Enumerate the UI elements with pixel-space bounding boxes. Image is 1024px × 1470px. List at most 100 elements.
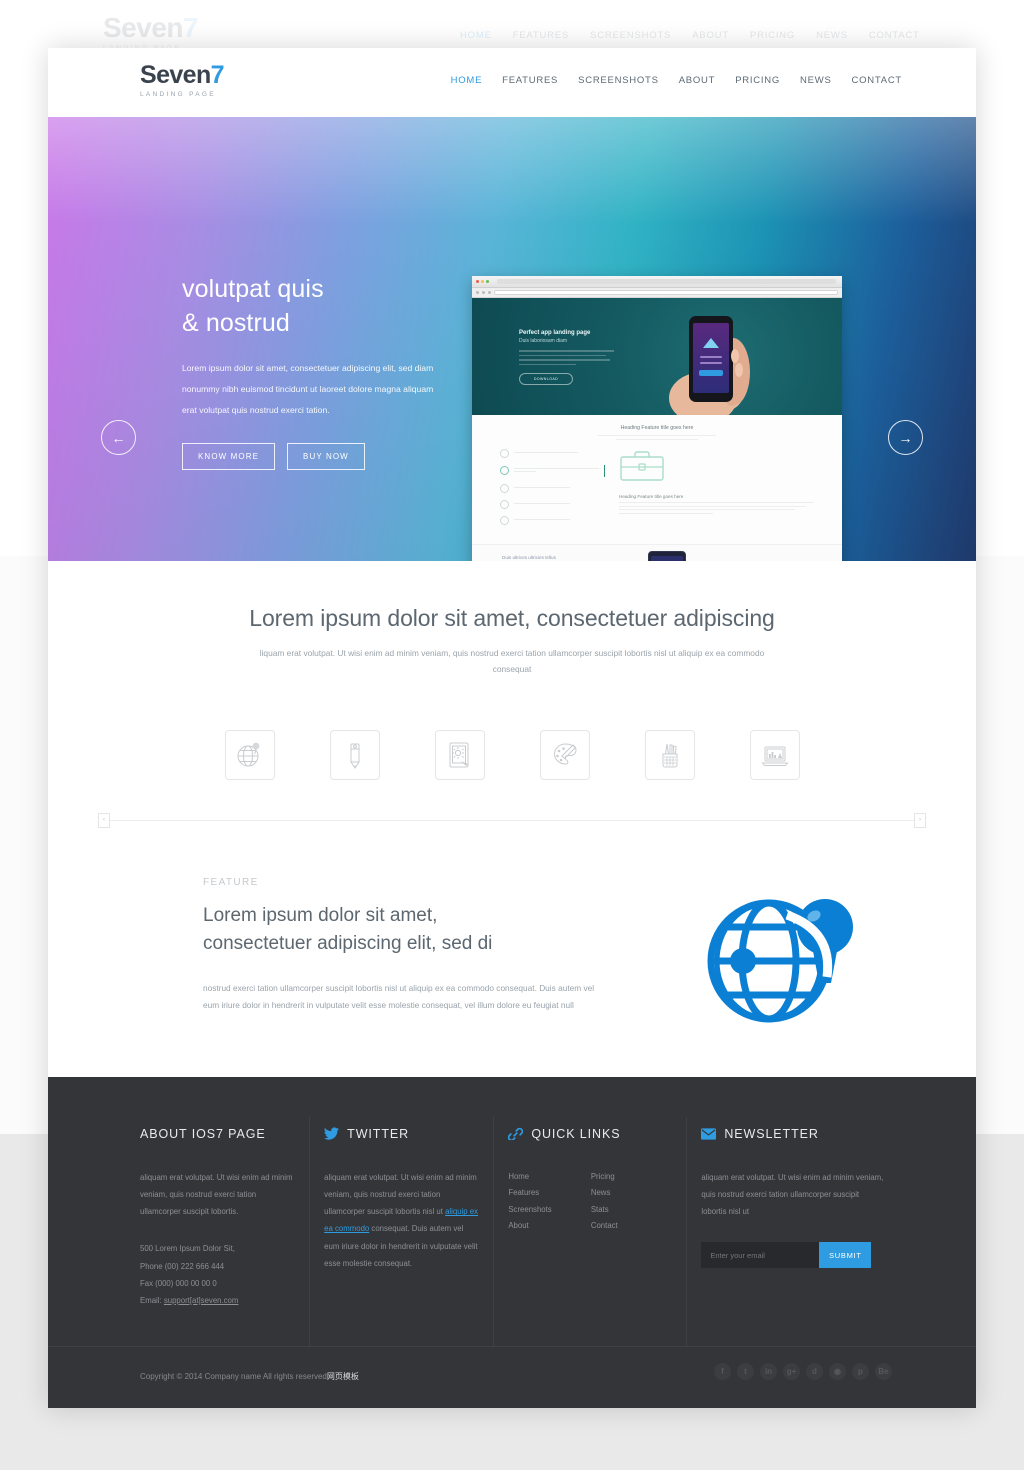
browser-reload-icon (488, 291, 491, 294)
service-icon-tablet-stylus[interactable] (434, 729, 485, 780)
pen-holder-icon (662, 743, 677, 768)
browser-mockup: Perfect app landing page Duis laboriosam… (472, 276, 842, 561)
quicklink-news[interactable]: News (591, 1185, 674, 1201)
hero-title-line-1: volutpat quis (182, 275, 324, 303)
dribbble-icon[interactable]: d (806, 1362, 823, 1380)
footer-fax: Fax (000) 000 00 00 0 (140, 1278, 217, 1288)
service-icon-pen-holder[interactable] (644, 729, 695, 780)
browser-minimize-dot-icon (481, 280, 484, 283)
site-header: Seven7 LANDING PAGE HOME FEATURES SCREEN… (48, 48, 976, 117)
linkedin-icon[interactable]: in (760, 1362, 777, 1380)
footer-newsletter-paragraph: aliquam erat volutpat. Ut wisi enim ad m… (701, 1172, 884, 1217)
quicklink-stats[interactable]: Stats (591, 1202, 674, 1218)
section-subtitle-line-1: liquam erat volutpat. Ut wisi enim ad mi… (259, 648, 593, 658)
hero-carousel: volutpat quis & nostrud Lorem ipsum dolo… (48, 117, 976, 561)
twitter-icon[interactable]: t (737, 1362, 754, 1380)
carousel-prev-arrow-icon[interactable]: ← (101, 420, 136, 455)
browser-close-dot-icon (476, 280, 479, 283)
footer-email-label: Email: (140, 1295, 162, 1305)
feature-section: FEATURE Lorem ipsum dolor sit amet, cons… (48, 821, 976, 1077)
mock-hero-textlines (519, 350, 614, 365)
service-icon-pencil[interactable] (329, 729, 380, 780)
mock-feature-detail: Heading Feature title goes here (619, 449, 814, 532)
nav-item-pricing[interactable]: PRICING (735, 75, 780, 86)
ghost-nav-item-contact: CONTACT (868, 30, 920, 41)
feature-paragraph: nostrud exerci tation ullamcorper suscip… (203, 983, 595, 1011)
quicklink-contact[interactable]: Contact (591, 1218, 674, 1234)
site-logo[interactable]: Seven7 LANDING PAGE (140, 61, 225, 99)
footer-twitter-heading: TWITTER (324, 1127, 480, 1141)
ghost-nav-item-screenshots: SCREENSHOTS (590, 30, 672, 41)
nav-item-news[interactable]: NEWS (800, 75, 832, 86)
feature-title-line-1: Lorem ipsum dolor sit amet, (203, 904, 438, 926)
browser-titlebar (472, 276, 842, 288)
copyright-text: Copyright © 2014 Company name All rights… (140, 1371, 359, 1382)
feature-title-line-2: consectetuer adipiscing elit, sed di (203, 933, 493, 955)
pinterest-icon[interactable]: p (852, 1362, 869, 1380)
footer-bottom-bar: Copyright © 2014 Company name All rights… (48, 1345, 976, 1408)
browser-back-icon (476, 291, 479, 294)
feature-graphic (701, 879, 861, 1034)
google-plus-icon[interactable]: g+ (783, 1362, 800, 1380)
link-chain-icon (508, 1127, 524, 1141)
hero-button-group: KNOW MORE BUY NOW (182, 443, 442, 471)
footer-newsletter-heading-text: NEWSLETTER (724, 1126, 819, 1141)
page-preview-card: Seven7 LANDING PAGE HOME FEATURES SCREEN… (48, 48, 976, 1408)
rss-icon[interactable]: ◉ (829, 1362, 846, 1380)
nav-item-features[interactable]: FEATURES (502, 75, 558, 86)
service-icon-paint-palette[interactable] (539, 729, 590, 780)
behance-icon[interactable]: Be (875, 1362, 892, 1380)
footer-contact-block: 500 Lorem Ipsum Dolor Sit, Phone (00) 22… (140, 1240, 296, 1309)
ghost-nav: HOME FEATURES SCREENSHOTS ABOUT PRICING … (460, 30, 920, 41)
facebook-icon[interactable]: f (714, 1362, 731, 1380)
service-icons-row (48, 729, 976, 780)
nav-item-about[interactable]: ABOUT (679, 75, 715, 86)
footer-email-link[interactable]: support[at]seven.com (164, 1296, 239, 1305)
nav-item-contact[interactable]: CONTACT (852, 75, 902, 86)
globe-pin-icon (237, 742, 259, 767)
briefcase-icon (620, 451, 664, 481)
tablet-stylus-icon (449, 742, 468, 768)
quicklink-home[interactable]: Home (508, 1169, 591, 1185)
mock-section-subtext (598, 435, 716, 440)
hero-title-line-2: & nostrud (182, 309, 290, 337)
logo-text-accent: 7 (210, 61, 225, 89)
mock-hero-title: Perfect app landing page (519, 330, 591, 336)
logo-subtitle: LANDING PAGE (140, 91, 216, 98)
ghost-nav-item-news: NEWS (816, 30, 848, 41)
mock-feature-detail-title: Heading Feature title goes here (619, 493, 684, 499)
copyright-suffix: 网页模板 (326, 1371, 359, 1381)
footer-phone: Phone (00) 222 666 444 (140, 1261, 225, 1271)
mock-download-button: DOWNLOAD (519, 373, 573, 385)
know-more-button[interactable]: KNOW MORE (182, 443, 276, 471)
mock-hero: Perfect app landing page Duis laboriosam… (472, 298, 842, 415)
nav-item-home[interactable]: HOME (451, 75, 483, 86)
mock-footer-text: Duis ultrices ultricies tellus perfect s… (502, 554, 577, 561)
hero-copy: volutpat quis & nostrud Lorem ipsum dolo… (182, 272, 442, 471)
ghost-logo-main: Seven (103, 12, 184, 43)
ghost-logo: Seven7 LANDING PAGE (103, 12, 199, 52)
service-icon-globe-pin[interactable] (224, 729, 275, 780)
newsletter-email-input[interactable] (701, 1242, 820, 1269)
twitter-bird-icon (324, 1127, 340, 1141)
quicklink-screenshots[interactable]: Screenshots (508, 1202, 591, 1218)
mock-feature-body: Heading Feature title goes here (500, 448, 814, 532)
main-content: Lorem ipsum dolor sit amet, consectetuer… (48, 561, 976, 1077)
footer-twitter-paragraph: aliquam erat volutpat. Ut wisi enim ad m… (324, 1169, 480, 1272)
quicklink-pricing[interactable]: Pricing (591, 1169, 674, 1185)
copyright-main: Copyright © 2014 Company name All rights… (140, 1371, 327, 1381)
ghost-nav-item-features: FEATURES (512, 30, 570, 41)
quicklink-about[interactable]: About (508, 1218, 591, 1234)
quicklink-features[interactable]: Features (508, 1185, 591, 1201)
hand-holding-phone-illustration (669, 316, 750, 415)
nav-item-screenshots[interactable]: SCREENSHOTS (578, 75, 659, 86)
feature-title: Lorem ipsum dolor sit amet, consectetuer… (203, 902, 583, 958)
ghost-nav-item-home: HOME (460, 30, 492, 41)
newsletter-submit-button[interactable]: SUBMIT (819, 1242, 872, 1269)
carousel-next-arrow-icon[interactable]: → (888, 420, 923, 455)
footer-column-twitter: TWITTER aliquam erat volutpat. Ut wisi e… (324, 1116, 508, 1347)
site-footer: ABOUT IOS7 PAGE aliquam erat volutpat. U… (48, 1076, 976, 1408)
mock-section-heading: Heading Feature title goes here (620, 425, 694, 431)
buy-now-button[interactable]: BUY NOW (287, 443, 365, 471)
service-icon-laptop-chart[interactable] (749, 729, 800, 780)
